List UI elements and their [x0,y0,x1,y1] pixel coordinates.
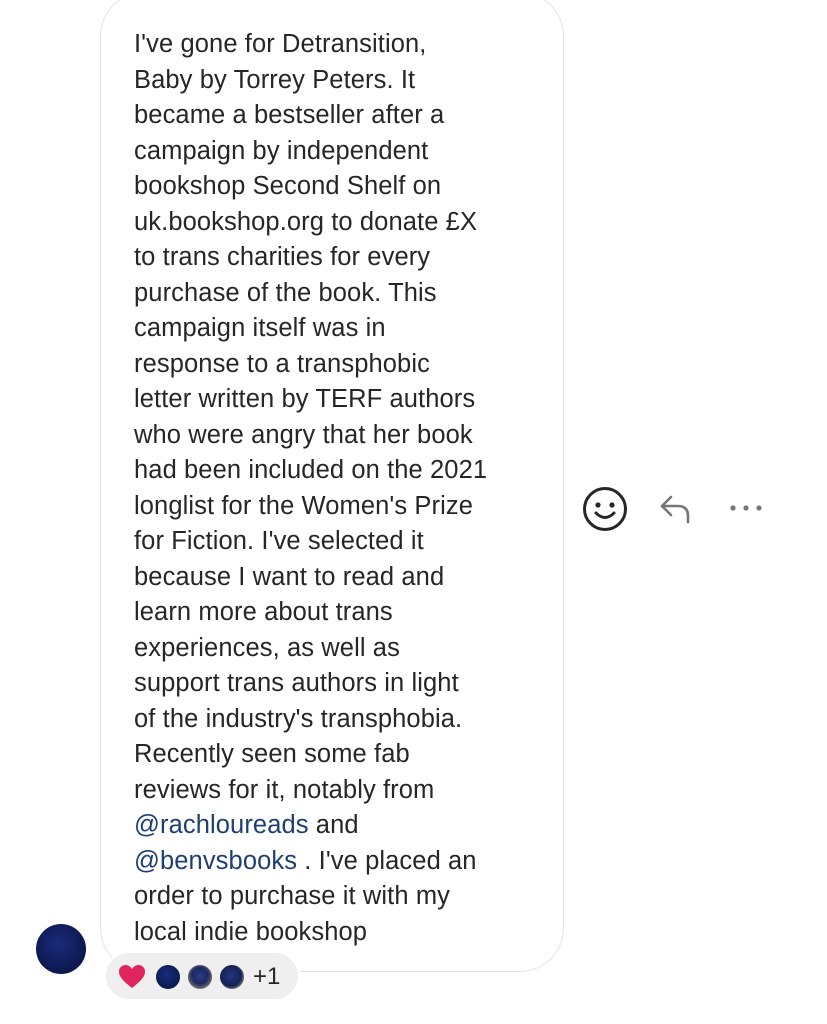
message-line: local indie bookshop [134,917,368,946]
message-text: I've gone for Detransition, Baby by Torr… [134,27,554,950]
reactor-avatar [154,963,182,991]
mention-link-rachloureads[interactable]: @rachloureads [134,811,309,839]
reaction-count: +1 [253,963,281,990]
message-fragment: and [308,811,359,839]
message-line: for Fiction. I've selected it [134,527,424,555]
message-line: because I want to read and [134,562,445,591]
message-line-mention: @rachloureads and [134,808,554,844]
message-line: campaign itself was in [134,314,386,342]
message-line: reviews for it, notably from [134,775,435,804]
message-line: to trans charities for every [134,243,431,271]
message-line: letter written by TERF authors [134,385,476,413]
message-line: longlist for the Women's Prize [134,491,474,520]
message-line: response to a transphobic [134,349,430,378]
message-line: Recently seen some fab [134,740,410,768]
message-line: uk.bookshop.org to donate £X [134,207,478,236]
more-dots-icon[interactable] [728,502,766,514]
message-line: Baby by Torrey Peters. It [134,65,416,94]
sender-avatar[interactable] [36,924,86,974]
reactor-avatar [186,963,214,991]
message-line: purchase of the book. This [134,278,437,307]
message-line: who were angry that her book [134,420,473,449]
message-line: became a bestseller after a [134,101,445,129]
message-line: experiences, as well as [134,633,400,662]
message-line: of the industry's transphobia. [134,704,463,733]
message-thread: I've gone for Detransition, Baby by Torr… [0,0,827,1024]
message-line: bookshop Second Shelf on [134,172,442,200]
message-line: had been included on the 2021 [134,456,488,484]
reactor-avatar [218,963,246,991]
message-line: campaign by independent [134,136,429,165]
message-line-mention: @benvsbooks . I've placed an [134,844,554,880]
message-line: order to purchase it with my [134,882,451,910]
message-line: support trans authors in light [134,669,459,697]
reactions-bar[interactable]: +1 [104,951,300,1001]
message-line: learn more about trans [134,598,393,626]
reply-arrow-icon[interactable] [658,492,694,526]
mention-link-benvsbooks[interactable]: @benvsbooks [134,847,297,875]
heart-icon [119,965,145,988]
smiley-icon[interactable] [580,484,630,534]
message-fragment: . I've placed an [297,846,477,875]
message-line: I've gone for Detransition, [134,30,427,58]
